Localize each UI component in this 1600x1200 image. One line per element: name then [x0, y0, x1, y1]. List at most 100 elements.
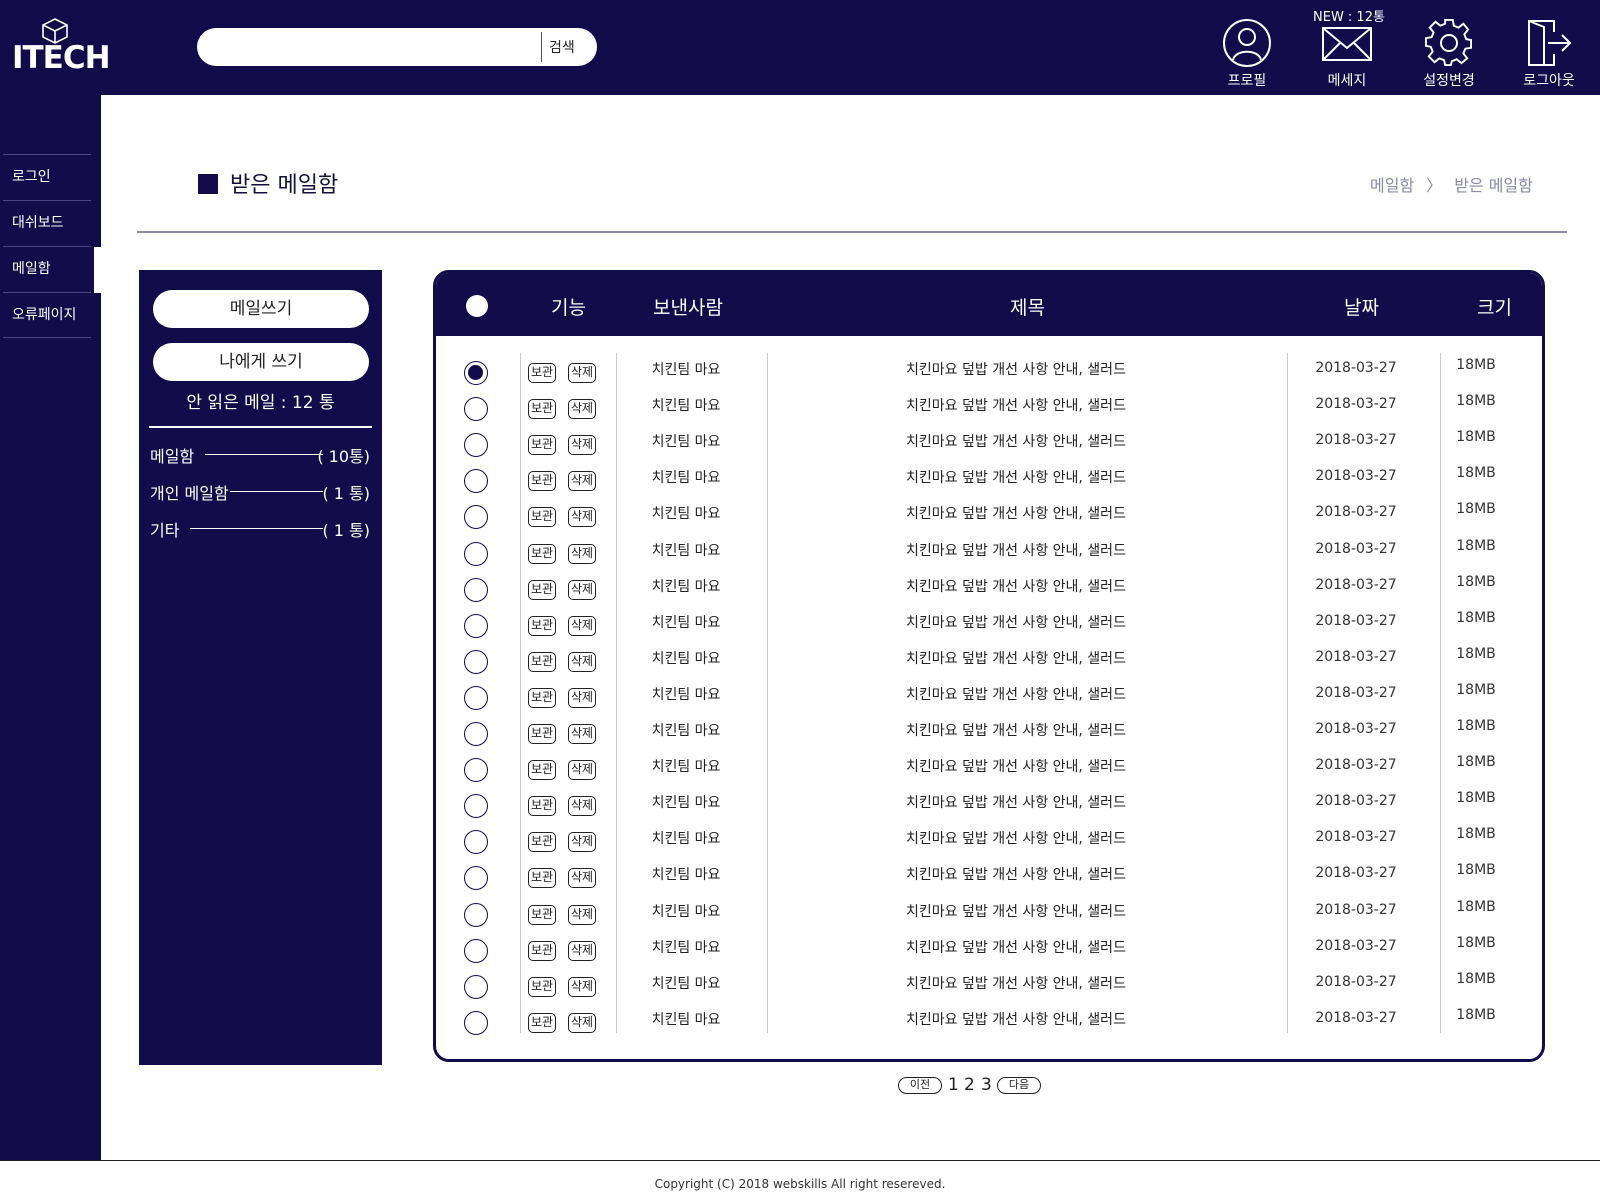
page-3[interactable]: 3 — [981, 1075, 992, 1095]
row-sender[interactable]: 치킨팀 마요 — [646, 973, 726, 993]
delete-button[interactable]: 삭제 — [568, 940, 597, 961]
keep-button[interactable]: 보관 — [528, 363, 557, 383]
row-subject[interactable]: 치킨마요 덮밥 개선 사항 안내, 샐러드 — [766, 937, 1266, 957]
row-select-radio[interactable] — [464, 361, 488, 385]
logout-button[interactable]: 로그아웃 — [1501, 18, 1597, 90]
table-row[interactable]: 보관 삭제 치킨팀 마요 치킨마요 덮밥 개선 사항 안내, 샐러드 2018-03-2… — [436, 678, 1542, 714]
profile-button[interactable]: 프로필 — [1199, 18, 1295, 90]
row-subject[interactable]: 치킨마요 덮밥 개선 사항 안내, 샐러드 — [766, 901, 1266, 921]
keep-button[interactable]: 보관 — [528, 651, 557, 672]
delete-button[interactable]: 삭제 — [568, 543, 597, 564]
row-subject[interactable]: 치킨마요 덮밥 개선 사항 안내, 샐러드 — [766, 576, 1266, 596]
row-select-radio[interactable] — [464, 830, 488, 855]
row-select-radio[interactable] — [464, 541, 488, 566]
row-subject[interactable]: 치킨마요 덮밥 개선 사항 안내, 샐러드 — [766, 1009, 1266, 1029]
row-select-radio[interactable] — [464, 722, 488, 746]
table-row[interactable]: 보관 삭제 치킨팀 마요 치킨마요 덮밥 개선 사항 안내, 샐러드 2018-03-2… — [436, 642, 1542, 678]
row-sender[interactable]: 치킨팀 마요 — [646, 720, 726, 740]
keep-button[interactable]: 보관 — [528, 471, 557, 492]
row-subject[interactable]: 치킨마요 덮밥 개선 사항 안내, 샐러드 — [766, 684, 1266, 704]
table-row[interactable]: 보관 삭제 치킨팀 마요 치킨마요 덮밥 개선 사항 안내, 샐러드 2018-03-2… — [436, 497, 1542, 533]
row-sender[interactable]: 치킨팀 마요 — [646, 576, 726, 596]
keep-button[interactable]: 보관 — [528, 579, 557, 600]
keep-button[interactable]: 보관 — [528, 615, 557, 636]
row-select-radio[interactable] — [464, 505, 488, 530]
row-sender[interactable]: 치킨팀 마요 — [646, 756, 726, 776]
folder-mailbox[interactable]: 메일함 ( 10통) — [150, 443, 370, 467]
row-subject[interactable]: 치킨마요 덮밥 개선 사항 안내, 샐러드 — [766, 828, 1266, 848]
keep-button[interactable]: 보관 — [528, 687, 557, 708]
row-sender[interactable]: 치킨팀 마요 — [646, 864, 726, 884]
keep-button[interactable]: 보관 — [528, 399, 557, 420]
page-1[interactable]: 1 — [948, 1075, 959, 1095]
delete-button[interactable]: 삭제 — [568, 507, 597, 528]
delete-button[interactable]: 삭제 — [568, 471, 597, 492]
delete-button[interactable]: 삭제 — [568, 868, 597, 889]
keep-button[interactable]: 보관 — [528, 435, 557, 456]
table-row[interactable]: 보관 삭제 치킨팀 마요 치킨마요 덮밥 개선 사항 안내, 샐러드 2018-03-2… — [436, 858, 1542, 894]
row-subject[interactable]: 치킨마요 덮밥 개선 사항 안내, 샐러드 — [766, 395, 1266, 415]
delete-button[interactable]: 삭제 — [568, 615, 597, 636]
row-subject[interactable]: 치킨마요 덮밥 개선 사항 안내, 샐러드 — [766, 431, 1266, 451]
folder-personal[interactable]: 개인 메일함 ( 1 통) — [150, 480, 370, 504]
row-subject[interactable]: 치킨마요 덮밥 개선 사항 안내, 샐러드 — [766, 756, 1266, 776]
page-2[interactable]: 2 — [964, 1075, 975, 1095]
column-subject[interactable]: 제목 — [1010, 293, 1045, 320]
keep-button[interactable]: 보관 — [528, 976, 557, 997]
row-subject[interactable]: 치킨마요 덮밥 개선 사항 안내, 샐러드 — [766, 612, 1266, 632]
delete-button[interactable]: 삭제 — [568, 904, 597, 925]
logo[interactable]: ITECH — [12, 18, 111, 76]
table-row[interactable]: 보관 삭제 치킨팀 마요 치킨마요 덮밥 개선 사항 안내, 샐러드 2018-03-2… — [436, 389, 1542, 425]
row-select-radio[interactable] — [464, 974, 488, 999]
row-sender[interactable]: 치킨팀 마요 — [646, 612, 726, 632]
row-sender[interactable]: 치킨팀 마요 — [646, 467, 726, 487]
row-subject[interactable]: 치킨마요 덮밥 개선 사항 안내, 샐러드 — [766, 648, 1266, 668]
row-subject[interactable]: 치킨마요 덮밥 개선 사항 안내, 샐러드 — [766, 540, 1266, 560]
keep-button[interactable]: 보관 — [528, 796, 557, 817]
next-page-button[interactable]: 다음 — [997, 1077, 1041, 1094]
row-sender[interactable]: 치킨팀 마요 — [646, 792, 726, 812]
column-size[interactable]: 크기 — [1477, 293, 1512, 320]
delete-button[interactable]: 삭제 — [568, 724, 597, 744]
table-row[interactable]: 보관 삭제 치킨팀 마요 치킨마요 덮밥 개선 사항 안내, 샐러드 2018-03-2… — [436, 606, 1542, 642]
row-select-radio[interactable] — [464, 433, 488, 458]
keep-button[interactable]: 보관 — [528, 760, 557, 781]
sidebar-item-mailbox[interactable]: 메일함 — [3, 246, 102, 293]
row-sender[interactable]: 치킨팀 마요 — [646, 431, 726, 451]
row-sender[interactable]: 치킨팀 마요 — [646, 937, 726, 957]
row-sender[interactable]: 치킨팀 마요 — [646, 395, 726, 415]
table-row[interactable]: 보관 삭제 치킨팀 마요 치킨마요 덮밥 개선 사항 안내, 샐러드 2018-03-2… — [436, 461, 1542, 497]
row-subject[interactable]: 치킨마요 덮밥 개선 사항 안내, 샐러드 — [766, 503, 1266, 523]
delete-button[interactable]: 삭제 — [568, 1012, 597, 1033]
keep-button[interactable]: 보관 — [528, 832, 557, 853]
row-select-radio[interactable] — [464, 397, 488, 422]
table-row[interactable]: 보관 삭제 치킨팀 마요 치킨마요 덮밥 개선 사항 안내, 샐러드 2018-03-2… — [436, 967, 1542, 1003]
row-sender[interactable]: 치킨팀 마요 — [646, 540, 726, 560]
row-subject[interactable]: 치킨마요 덮밥 개선 사항 안내, 샐러드 — [766, 467, 1266, 487]
column-sender[interactable]: 보낸사람 — [653, 293, 723, 320]
column-date[interactable]: 날짜 — [1344, 293, 1379, 320]
keep-button[interactable]: 보관 — [528, 724, 557, 744]
row-select-radio[interactable] — [464, 902, 488, 927]
row-select-radio[interactable] — [464, 649, 488, 674]
keep-button[interactable]: 보관 — [528, 507, 557, 528]
table-row[interactable]: 보관 삭제 치킨팀 마요 치킨마요 덮밥 개선 사항 안내, 샐러드 2018-03-2… — [436, 750, 1542, 786]
row-sender[interactable]: 치킨팀 마요 — [646, 684, 726, 704]
row-select-radio[interactable] — [464, 758, 488, 783]
self-compose-button[interactable]: 나에게 쓰기 — [153, 343, 369, 381]
keep-button[interactable]: 보관 — [528, 868, 557, 889]
row-sender[interactable]: 치킨팀 마요 — [646, 648, 726, 668]
row-sender[interactable]: 치킨팀 마요 — [646, 1009, 726, 1029]
table-row[interactable]: 보관 삭제 치킨팀 마요 치킨마요 덮밥 개선 사항 안내, 샐러드 2018-03-2… — [436, 425, 1542, 461]
delete-button[interactable]: 삭제 — [568, 651, 597, 672]
row-select-radio[interactable] — [464, 866, 488, 891]
breadcrumb-item-inbox[interactable]: 받은 메일함 — [1454, 176, 1533, 195]
search-button[interactable]: 검색 — [549, 37, 575, 57]
row-subject[interactable]: 치킨마요 덮밥 개선 사항 안내, 샐러드 — [766, 864, 1266, 884]
delete-button[interactable]: 삭제 — [568, 435, 597, 456]
delete-button[interactable]: 삭제 — [568, 399, 597, 420]
delete-button[interactable]: 삭제 — [568, 796, 597, 817]
table-row[interactable]: 보관 삭제 치킨팀 마요 치킨마요 덮밥 개선 사항 안내, 샐러드 2018-03-2… — [436, 714, 1542, 750]
search-input[interactable] — [215, 32, 533, 62]
row-select-radio[interactable] — [464, 1010, 488, 1035]
